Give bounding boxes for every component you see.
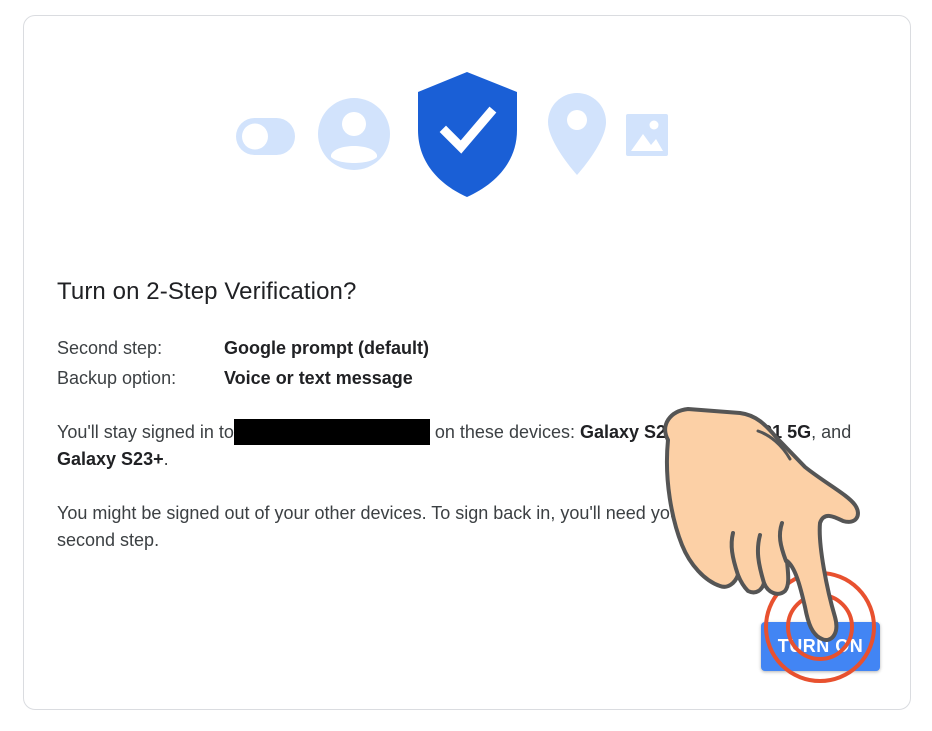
device-separator: , [676, 422, 687, 442]
shield-check-icon [418, 72, 517, 197]
device-1: Galaxy S20 [579, 422, 677, 442]
account-icon [318, 98, 390, 170]
backup-option-value: Voice or text message [224, 368, 413, 388]
toggle-icon [236, 118, 295, 155]
dialog-title: Turn on 2-Step Verification? [57, 278, 357, 305]
signout-note: You might be signed out of your other de… [57, 503, 803, 550]
signed-in-mid: on these devices: [429, 422, 580, 442]
hero-illustration [236, 72, 668, 197]
second-step-row: Second step: Google prompt (default) [57, 338, 429, 359]
redacted-account [233, 419, 430, 445]
second-step-value: Google prompt (default) [224, 338, 429, 358]
signed-in-prefix: You'll stay signed in to [57, 422, 234, 442]
device-and: , and [811, 422, 852, 442]
backup-option-row: Backup option: Voice or text message [57, 368, 413, 389]
location-pin-icon [548, 93, 606, 175]
image-icon [626, 114, 668, 156]
backup-option-label: Backup option: [57, 368, 177, 388]
period: . [163, 449, 169, 469]
turn-on-button[interactable]: TURN ON [761, 622, 880, 671]
device-2: Galaxy S21 5G [686, 422, 812, 442]
device-3: Galaxy S23+ [57, 449, 164, 469]
signed-in-devices-text: You'll stay signed in to on these device… [57, 419, 857, 473]
second-step-label: Second step: [57, 338, 163, 358]
